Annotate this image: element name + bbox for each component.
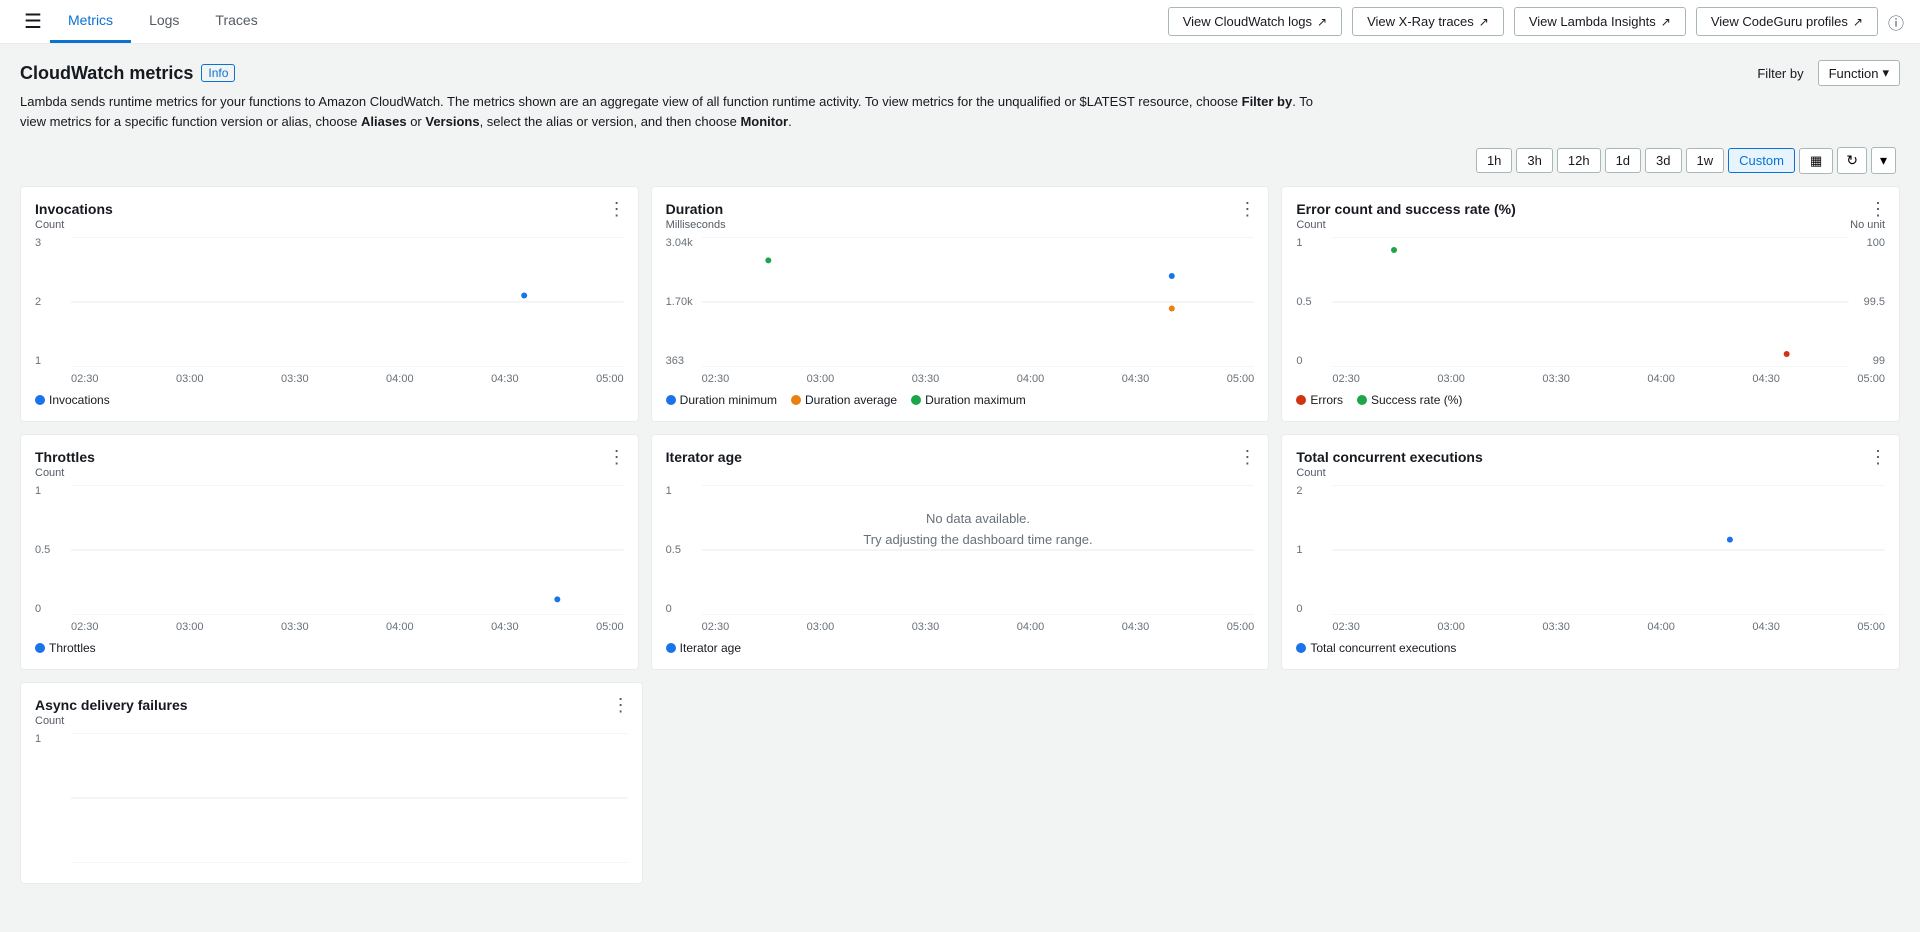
duration-menu[interactable]: ⋮: [1238, 199, 1256, 220]
invocations-chart: ⋮ Invocations Count 3 2 1: [20, 186, 639, 422]
throttles-plot: 1 0.5 0: [35, 485, 624, 615]
page-description: Lambda sends runtime metrics for your fu…: [20, 92, 1320, 131]
throttles-svg: [71, 485, 624, 615]
time-3h[interactable]: 3h: [1516, 148, 1552, 173]
external-link-icon: ↗: [1317, 15, 1327, 29]
throttles-x-axis: 02:30 03:00 03:30 04:00 04:30 05:00: [35, 621, 624, 633]
async-failures-chart: ⋮ Async delivery failures Count 1: [20, 682, 643, 884]
time-dropdown-button[interactable]: ▾: [1871, 147, 1896, 174]
async-failures-svg: [71, 733, 628, 863]
async-failures-menu[interactable]: ⋮: [612, 695, 630, 716]
tab-metrics[interactable]: Metrics: [50, 0, 131, 43]
async-failures-unit: Count: [35, 715, 628, 727]
error-success-svg: [1332, 237, 1849, 367]
concurrent-executions-unit: Count: [1296, 467, 1885, 479]
charts-grid: ⋮ Invocations Count 3 2 1: [20, 186, 1900, 670]
refresh-button[interactable]: ↻: [1837, 147, 1867, 174]
duration-legend: Duration minimum Duration average Durati…: [666, 393, 1255, 407]
filter-by-select[interactable]: Function ▾: [1818, 60, 1900, 86]
duration-plot: 3.04k 1.70k 363: [666, 237, 1255, 367]
time-3d[interactable]: 3d: [1645, 148, 1681, 173]
error-success-unit-right: No unit: [1850, 219, 1885, 231]
error-success-chart: ⋮ Error count and success rate (%) Count…: [1281, 186, 1900, 422]
error-success-title: Error count and success rate (%): [1296, 201, 1885, 217]
filter-value: Function: [1829, 66, 1879, 81]
view-cloudwatch-logs-button[interactable]: View CloudWatch logs ↗: [1168, 7, 1342, 36]
invocations-plot: 3 2 1: [35, 237, 624, 367]
page-title: CloudWatch metrics: [20, 63, 193, 84]
time-controls: 1h 3h 12h 1d 3d 1w Custom ▦ ↻ ▾: [20, 147, 1900, 174]
throttles-title: Throttles: [35, 449, 624, 465]
concurrent-executions-plot: 2 1 0: [1296, 485, 1885, 615]
invocations-title: Invocations: [35, 201, 624, 217]
invocations-unit: Count: [35, 219, 624, 231]
iterator-age-plot: 1 0.5 0 No data available. Try adjusting…: [666, 485, 1255, 615]
hamburger-menu[interactable]: ☰: [16, 5, 50, 38]
concurrent-executions-x-axis: 02:30 03:00 03:30 04:00 04:30 05:00: [1296, 621, 1885, 633]
iterator-age-title: Iterator age: [666, 449, 1255, 465]
throttles-unit: Count: [35, 467, 624, 479]
info-badge[interactable]: Info: [201, 64, 235, 82]
time-1h[interactable]: 1h: [1476, 148, 1512, 173]
throttles-legend: Throttles: [35, 641, 624, 655]
error-success-unit-left: Count: [1296, 219, 1325, 231]
duration-chart: ⋮ Duration Milliseconds 3.04k 1.70k 363: [651, 186, 1270, 422]
no-data-message: No data available. Try adjusting the das…: [702, 485, 1255, 575]
duration-title: Duration: [666, 201, 1255, 217]
iterator-age-unit: [666, 467, 1255, 479]
main-tabs: Metrics Logs Traces: [50, 0, 276, 43]
error-success-menu[interactable]: ⋮: [1869, 199, 1887, 220]
time-12h[interactable]: 12h: [1557, 148, 1601, 173]
chevron-down-icon: ▾: [1882, 65, 1889, 81]
external-link-icon: ↗: [1853, 15, 1863, 29]
external-link-icon: ↗: [1661, 15, 1671, 29]
top-nav: Metrics Logs Traces View CloudWatch logs…: [50, 0, 1904, 44]
view-codeguru-profiles-button[interactable]: View CodeGuru profiles ↗: [1696, 7, 1878, 36]
action-buttons: View CloudWatch logs ↗ View X-Ray traces…: [1168, 0, 1878, 44]
concurrent-executions-menu[interactable]: ⋮: [1869, 447, 1887, 468]
concurrent-executions-legend: Total concurrent executions: [1296, 641, 1885, 655]
iterator-age-x-axis: 02:30 03:00 03:30 04:00 04:30 05:00: [666, 621, 1255, 633]
tab-traces[interactable]: Traces: [197, 0, 275, 43]
tab-logs[interactable]: Logs: [131, 0, 197, 43]
concurrent-executions-chart: ⋮ Total concurrent executions Count 2 1 …: [1281, 434, 1900, 670]
time-1d[interactable]: 1d: [1605, 148, 1641, 173]
info-button[interactable]: ⓘ: [1888, 10, 1904, 34]
iterator-age-chart: ⋮ Iterator age 1 0.5 0 No data availab: [651, 434, 1270, 670]
view-lambda-insights-button[interactable]: View Lambda Insights ↗: [1514, 7, 1686, 36]
filter-label: Filter by: [1757, 66, 1803, 81]
invocations-menu[interactable]: ⋮: [608, 199, 626, 220]
time-custom[interactable]: Custom: [1728, 148, 1795, 173]
iterator-age-menu[interactable]: ⋮: [1238, 447, 1256, 468]
invocations-svg: [71, 237, 624, 367]
external-link-icon: ↗: [1479, 15, 1489, 29]
concurrent-executions-svg: [1332, 485, 1885, 615]
invocations-legend: Invocations: [35, 393, 624, 407]
iterator-age-legend: Iterator age: [666, 641, 1255, 655]
calendar-icon: ▦: [1810, 153, 1822, 169]
time-1w[interactable]: 1w: [1686, 148, 1725, 173]
async-failures-title: Async delivery failures: [35, 697, 628, 713]
throttles-chart: ⋮ Throttles Count 1 0.5 0: [20, 434, 639, 670]
throttles-menu[interactable]: ⋮: [608, 447, 626, 468]
error-success-plot: 1 0.5 0 100 99.5 99: [1296, 237, 1885, 367]
async-failures-plot: 1: [35, 733, 628, 863]
view-xray-traces-button[interactable]: View X-Ray traces ↗: [1352, 7, 1504, 36]
calendar-button[interactable]: ▦: [1799, 148, 1833, 174]
invocations-x-axis: 02:30 03:00 03:30 04:00 04:30 05:00: [35, 373, 624, 385]
duration-svg: [702, 237, 1255, 367]
duration-x-axis: 02:30 03:00 03:30 04:00 04:30 05:00: [666, 373, 1255, 385]
duration-unit: Milliseconds: [666, 219, 1255, 231]
concurrent-executions-title: Total concurrent executions: [1296, 449, 1885, 465]
error-success-legend: Errors Success rate (%): [1296, 393, 1885, 407]
error-success-x-axis: 02:30 03:00 03:30 04:00 04:30 05:00: [1296, 373, 1885, 385]
